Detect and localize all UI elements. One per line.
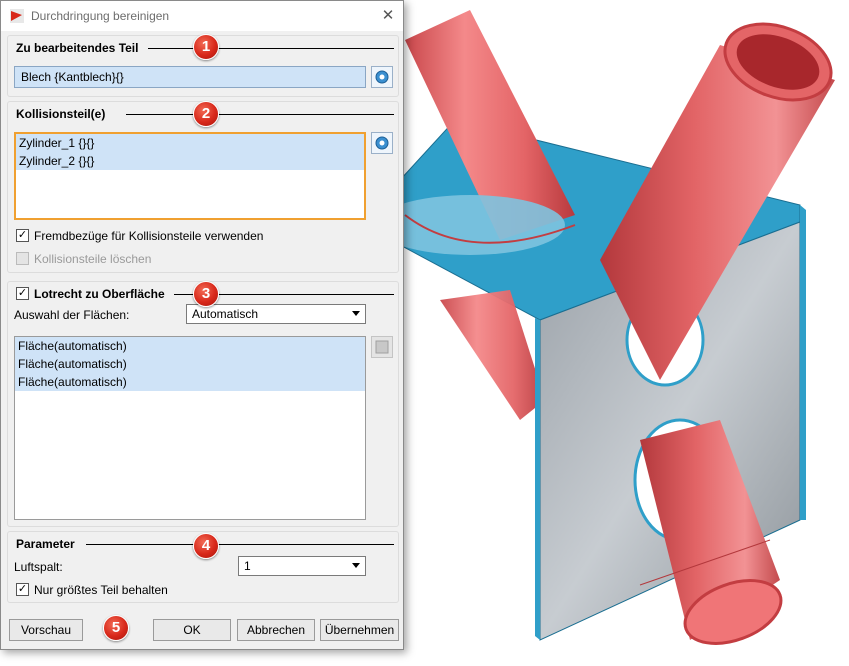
- step-badge-1: 1: [193, 34, 219, 60]
- list-item[interactable]: Zylinder_2 {}{}: [16, 152, 364, 170]
- title-bar: Durchdringung bereinigen ✕: [1, 1, 403, 31]
- group-parameter-line: [86, 544, 394, 545]
- step-badge-5: 5: [103, 615, 129, 641]
- selection-dropdown[interactable]: Automatisch: [186, 304, 366, 324]
- check-icon: ✓: [17, 287, 28, 299]
- dropdown-arrow-icon: [352, 563, 360, 568]
- check-perpendicular[interactable]: ✓: [16, 287, 29, 300]
- close-icon[interactable]: ✕: [377, 5, 399, 27]
- group-part-header: Zu bearbeitendes Teil: [16, 41, 139, 55]
- check-foreign-refs-label: Fremdbezüge für Kollisionsteile verwende…: [34, 229, 264, 243]
- check-delete-collision-label: Kollisionsteile löschen: [34, 252, 152, 266]
- faces-list[interactable]: Fläche(automatisch) Fläche(automatisch) …: [14, 336, 366, 520]
- check-keep-largest[interactable]: ✓: [16, 583, 29, 596]
- check-foreign-refs[interactable]: ✓: [16, 229, 29, 242]
- list-item[interactable]: Fläche(automatisch): [15, 355, 365, 373]
- step-badge-3: 3: [193, 281, 219, 307]
- check-keep-largest-label: Nur größtes Teil behalten: [34, 583, 168, 597]
- collision-list[interactable]: Zylinder_1 {}{} Zylinder_2 {}{}: [14, 132, 366, 220]
- group-parameter-header: Parameter: [16, 537, 75, 551]
- step-badge-4: 4: [193, 533, 219, 559]
- dropdown-arrow-icon: [352, 311, 360, 316]
- apply-button[interactable]: Übernehmen: [320, 619, 399, 641]
- dialog-window: Durchdringung bereinigen ✕ Zu bearbeiten…: [0, 0, 404, 650]
- list-item[interactable]: Fläche(automatisch): [15, 337, 365, 355]
- pick-part-icon[interactable]: [371, 66, 393, 88]
- group-part-line: [148, 48, 394, 49]
- app-icon: [10, 9, 24, 23]
- part-field[interactable]: Blech {Kantblech}{}: [14, 66, 366, 88]
- group-collision-line: [126, 114, 394, 115]
- gap-dropdown[interactable]: 1: [238, 556, 366, 576]
- cancel-button[interactable]: Abbrechen: [237, 619, 315, 641]
- check-icon: ✓: [17, 229, 28, 241]
- list-item[interactable]: Fläche(automatisch): [15, 373, 365, 391]
- list-item[interactable]: Zylinder_1 {}{}: [16, 134, 364, 152]
- group-perpendicular: ✓ Lotrecht zu Oberfläche Auswahl der Flä…: [7, 281, 399, 527]
- selection-label: Auswahl der Flächen:: [14, 308, 130, 322]
- pick-face-icon[interactable]: [371, 336, 393, 358]
- group-perpendicular-header: Lotrecht zu Oberfläche: [34, 287, 165, 301]
- step-badge-2: 2: [193, 101, 219, 127]
- gap-value: 1: [244, 559, 251, 573]
- gap-label: Luftspalt:: [14, 560, 63, 574]
- preview-button[interactable]: Vorschau: [9, 619, 83, 641]
- selection-value: Automatisch: [192, 307, 259, 321]
- check-icon: ✓: [17, 583, 28, 595]
- ok-button[interactable]: OK: [153, 619, 231, 641]
- check-delete-collision[interactable]: [16, 252, 29, 265]
- dialog-title: Durchdringung bereinigen: [31, 9, 170, 23]
- pick-collision-icon[interactable]: [371, 132, 393, 154]
- sheet-edge: [535, 318, 540, 640]
- group-collision-header: Kollisionsteil(e): [16, 107, 106, 121]
